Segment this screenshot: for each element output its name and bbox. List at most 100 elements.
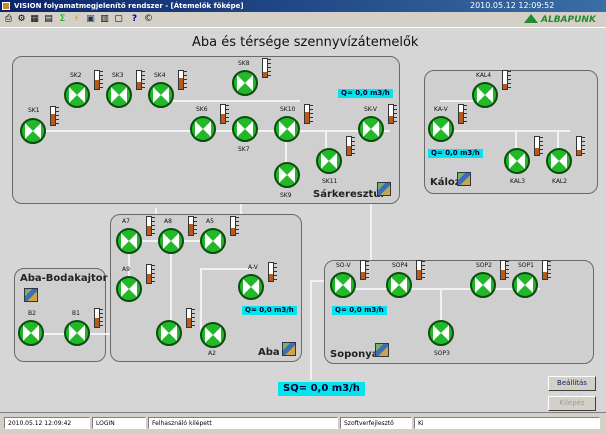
pump-icon[interactable] (106, 82, 132, 108)
level-gauge (186, 308, 195, 328)
level-gauge (230, 216, 239, 236)
station-label-sk4: SK4 (154, 72, 166, 79)
status-event: LOGIN (92, 417, 146, 429)
exit-button[interactable]: Kilépés (548, 396, 596, 411)
gauge-ticks (582, 137, 585, 155)
map-icon[interactable] (24, 288, 38, 302)
printer-icon[interactable]: ⎙ (3, 14, 14, 25)
region-label-soponya: Soponya (330, 349, 379, 360)
pump-icon[interactable] (428, 116, 454, 142)
level-gauge (304, 104, 313, 124)
flow-readout-soponya: Q= 0,0 m3/h (332, 306, 387, 315)
pump-icon[interactable] (358, 116, 384, 142)
level-fill (269, 273, 273, 281)
gauge-ticks (56, 107, 59, 125)
level-fill (179, 78, 183, 89)
level-fill (221, 114, 225, 123)
pump-icon[interactable] (116, 276, 142, 302)
gauge-ticks (464, 105, 467, 123)
pump-icon[interactable] (472, 82, 498, 108)
station-label-a7: A7 (122, 218, 130, 225)
pump-icon[interactable] (200, 228, 226, 254)
pump-icon[interactable] (20, 118, 46, 144)
level-fill (231, 227, 235, 235)
pump-icon[interactable] (200, 322, 226, 348)
pump-icon[interactable] (274, 116, 300, 142)
station-label-kalv: KA-V (434, 106, 448, 113)
pump-icon[interactable] (232, 70, 258, 96)
clock: 2010.05.12 12:09:52 (470, 1, 555, 10)
pump-icon[interactable] (64, 320, 90, 346)
table-icon[interactable]: ▦ (29, 14, 40, 25)
station-label-sk8: SK8 (238, 60, 250, 67)
map-icon[interactable] (457, 172, 471, 186)
layers-icon[interactable]: ▥ (99, 14, 110, 25)
level-gauge (346, 136, 355, 156)
pump-icon[interactable] (64, 82, 90, 108)
status-bar: 2010.05.12 12:09:42 LOGIN Felhasználó ki… (0, 412, 606, 434)
level-gauge (136, 70, 145, 90)
region-label-aba: Aba (258, 347, 280, 358)
settings-icon[interactable]: ⚙ (16, 14, 27, 25)
station-label-b1: B1 (72, 310, 80, 317)
pump-icon[interactable] (232, 116, 258, 142)
level-fill (147, 274, 151, 283)
monitor-icon[interactable]: ▢ (113, 14, 124, 25)
gauge-ticks (422, 261, 425, 279)
pump-icon[interactable] (156, 320, 182, 346)
level-fill (95, 80, 99, 89)
level-gauge (94, 70, 103, 90)
station-label-sk1: SK1 (28, 107, 40, 114)
map-icon[interactable] (282, 342, 296, 356)
pump-icon[interactable] (148, 82, 174, 108)
lightning-icon[interactable]: ⚡ (71, 14, 82, 25)
station-label-sopv: SO-V (336, 262, 351, 269)
pump-icon[interactable] (330, 272, 356, 298)
level-gauge (50, 106, 59, 126)
station-label-sop2: SOP2 (476, 262, 492, 269)
gauge-ticks (152, 217, 155, 235)
flow-readout-kaloz: Q= 0,0 m3/h (428, 149, 483, 158)
help-icon[interactable]: ? (129, 14, 140, 25)
gauge-ticks (194, 217, 197, 235)
level-gauge (458, 104, 467, 124)
pump-icon[interactable] (470, 272, 496, 298)
gauge-ticks (226, 105, 229, 123)
sum-icon[interactable]: Σ (57, 14, 68, 25)
map-icon[interactable] (377, 182, 391, 196)
window-title: VISION folyamatmegjelenítő rendszer - [Á… (14, 2, 244, 10)
company-logo: ALBAPUNK (524, 12, 604, 28)
pipe (440, 130, 570, 132)
level-fill (147, 226, 151, 235)
save-icon[interactable]: ▣ (85, 14, 96, 25)
copyright-icon[interactable]: © (143, 14, 154, 25)
grid-icon[interactable]: ▤ (43, 14, 54, 25)
station-label-kal3: KAL3 (510, 178, 526, 185)
gauge-ticks (236, 217, 239, 235)
pump-icon[interactable] (428, 320, 454, 346)
station-label-sk6: SK6 (196, 106, 208, 113)
pump-icon[interactable] (116, 228, 142, 254)
gauge-ticks (192, 309, 195, 327)
pump-icon[interactable] (504, 148, 530, 174)
pump-icon[interactable] (386, 272, 412, 298)
map-icon[interactable] (375, 343, 389, 357)
gauge-ticks (548, 261, 551, 279)
station-label-sk9: SK9 (280, 192, 292, 199)
pump-icon[interactable] (18, 320, 44, 346)
gauge-ticks (394, 105, 397, 123)
gauge-ticks (506, 261, 509, 279)
gauge-ticks (540, 137, 543, 155)
pump-icon[interactable] (190, 116, 216, 142)
settings-button[interactable]: Beállítás (548, 376, 596, 391)
status-extra: Ki (414, 417, 600, 429)
pump-icon[interactable] (546, 148, 572, 174)
pump-icon[interactable] (158, 228, 184, 254)
station-label-a9: A9 (122, 266, 130, 273)
station-label-sk2: SK2 (70, 72, 82, 79)
level-gauge (262, 58, 271, 78)
pump-icon[interactable] (316, 148, 342, 174)
pump-icon[interactable] (512, 272, 538, 298)
pump-icon[interactable] (274, 162, 300, 188)
pump-icon[interactable] (238, 274, 264, 300)
